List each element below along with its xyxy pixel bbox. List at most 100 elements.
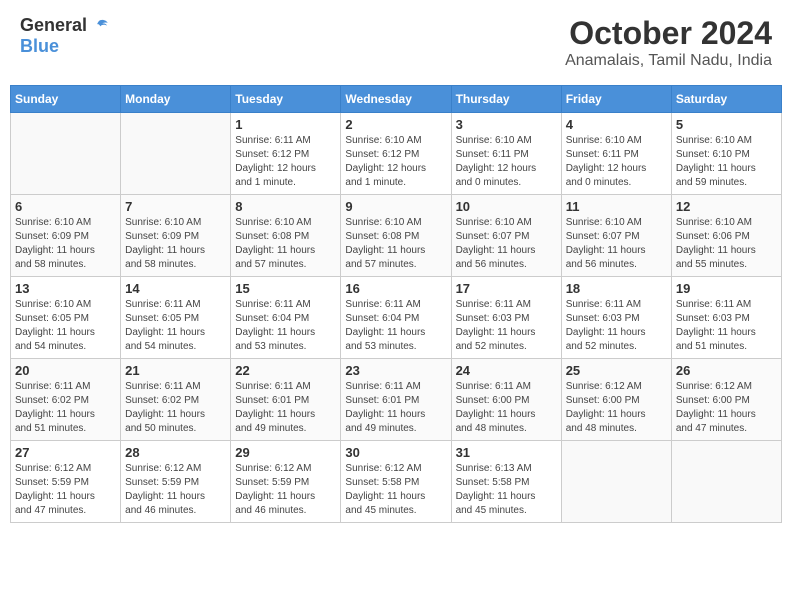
- day-info: Sunrise: 6:10 AM Sunset: 6:09 PM Dayligh…: [15, 216, 116, 272]
- calendar-day-cell: 10 Sunrise: 6:10 AM Sunset: 6:07 PM Dayli…: [451, 195, 561, 277]
- day-info: Sunrise: 6:11 AM Sunset: 6:02 PM Dayligh…: [15, 380, 116, 436]
- calendar-day-cell: 26Sunrise: 6:12 AM Sunset: 6:00 PM Dayli…: [671, 359, 781, 441]
- day-info: Sunrise: 6:12 AM Sunset: 6:00 PM Dayligh…: [566, 380, 667, 436]
- calendar-day-cell: 18Sunrise: 6:11 AM Sunset: 6:03 PM Dayli…: [561, 277, 671, 359]
- calendar-week-row: 6 Sunrise: 6:10 AM Sunset: 6:09 PM Daylig…: [11, 195, 782, 277]
- calendar-day-cell: 24 Sunrise: 6:11 AM Sunset: 6:00 PM Dayli…: [451, 359, 561, 441]
- calendar-day-cell: 7 Sunrise: 6:10 AM Sunset: 6:09 PM Daylig…: [121, 195, 231, 277]
- calendar-day-cell: 1Sunrise: 6:11 AM Sunset: 6:12 PM Daylig…: [231, 113, 341, 195]
- day-number: 9: [345, 199, 446, 214]
- calendar-day-cell: [671, 441, 781, 523]
- calendar-day-cell: 19 Sunrise: 6:11 AM Sunset: 6:03 PM Dayli…: [671, 277, 781, 359]
- day-info: Sunrise: 6:10 AM Sunset: 6:11 PM Dayligh…: [456, 134, 557, 190]
- calendar-day-cell: 29 Sunrise: 6:12 AM Sunset: 5:59 PM Dayli…: [231, 441, 341, 523]
- day-info: Sunrise: 6:11 AM Sunset: 6:04 PM Dayligh…: [345, 298, 446, 354]
- column-header-thursday: Thursday: [451, 86, 561, 113]
- day-number: 30: [345, 445, 446, 460]
- logo: General Blue: [20, 15, 109, 57]
- day-number: 26: [676, 363, 777, 378]
- day-info: Sunrise: 6:11 AM Sunset: 6:01 PM Dayligh…: [235, 380, 336, 436]
- day-number: 22: [235, 363, 336, 378]
- calendar-day-cell: 8 Sunrise: 6:10 AM Sunset: 6:08 PM Daylig…: [231, 195, 341, 277]
- day-info: Sunrise: 6:10 AM Sunset: 6:10 PM Dayligh…: [676, 134, 777, 190]
- day-info: Sunrise: 6:10 AM Sunset: 6:12 PM Dayligh…: [345, 134, 446, 190]
- calendar-header-row: SundayMondayTuesdayWednesdayThursdayFrid…: [11, 86, 782, 113]
- calendar-day-cell: 28Sunrise: 6:12 AM Sunset: 5:59 PM Dayli…: [121, 441, 231, 523]
- calendar-day-cell: 25 Sunrise: 6:12 AM Sunset: 6:00 PM Dayli…: [561, 359, 671, 441]
- day-number: 6: [15, 199, 116, 214]
- day-info: Sunrise: 6:10 AM Sunset: 6:09 PM Dayligh…: [125, 216, 226, 272]
- calendar-day-cell: [561, 441, 671, 523]
- day-info: Sunrise: 6:11 AM Sunset: 6:05 PM Dayligh…: [125, 298, 226, 354]
- day-info: Sunrise: 6:10 AM Sunset: 6:11 PM Dayligh…: [566, 134, 667, 190]
- day-info: Sunrise: 6:10 AM Sunset: 6:08 PM Dayligh…: [235, 216, 336, 272]
- calendar-week-row: 27 Sunrise: 6:12 AM Sunset: 5:59 PM Dayli…: [11, 441, 782, 523]
- calendar-week-row: 13 Sunrise: 6:10 AM Sunset: 6:05 PM Dayli…: [11, 277, 782, 359]
- day-number: 17: [456, 281, 557, 296]
- day-info: Sunrise: 6:11 AM Sunset: 6:03 PM Dayligh…: [676, 298, 777, 354]
- day-number: 14: [125, 281, 226, 296]
- calendar-day-cell: 14 Sunrise: 6:11 AM Sunset: 6:05 PM Dayli…: [121, 277, 231, 359]
- day-info: Sunrise: 6:12 AM Sunset: 5:59 PM Dayligh…: [235, 462, 336, 518]
- day-number: 8: [235, 199, 336, 214]
- day-info: Sunrise: 6:12 AM Sunset: 5:59 PM Dayligh…: [125, 462, 226, 518]
- day-number: 23: [345, 363, 446, 378]
- logo-bird-icon: [89, 16, 109, 36]
- day-info: Sunrise: 6:13 AM Sunset: 5:58 PM Dayligh…: [456, 462, 557, 518]
- calendar-day-cell: 3Sunrise: 6:10 AM Sunset: 6:11 PM Daylig…: [451, 113, 561, 195]
- day-number: 19: [676, 281, 777, 296]
- day-info: Sunrise: 6:11 AM Sunset: 6:01 PM Dayligh…: [345, 380, 446, 436]
- day-number: 13: [15, 281, 116, 296]
- day-number: 31: [456, 445, 557, 460]
- calendar-table: SundayMondayTuesdayWednesdayThursdayFrid…: [10, 85, 782, 523]
- title-area: October 2024 Anamalais, Tamil Nadu, Indi…: [565, 15, 772, 70]
- day-info: Sunrise: 6:11 AM Sunset: 6:02 PM Dayligh…: [125, 380, 226, 436]
- day-number: 20: [15, 363, 116, 378]
- location-subtitle: Anamalais, Tamil Nadu, India: [565, 52, 772, 70]
- column-header-friday: Friday: [561, 86, 671, 113]
- calendar-day-cell: 22 Sunrise: 6:11 AM Sunset: 6:01 PM Dayli…: [231, 359, 341, 441]
- day-info: Sunrise: 6:10 AM Sunset: 6:05 PM Dayligh…: [15, 298, 116, 354]
- calendar-day-cell: 12 Sunrise: 6:10 AM Sunset: 6:06 PM Dayli…: [671, 195, 781, 277]
- day-number: 27: [15, 445, 116, 460]
- calendar-day-cell: 21Sunrise: 6:11 AM Sunset: 6:02 PM Dayli…: [121, 359, 231, 441]
- day-info: Sunrise: 6:10 AM Sunset: 6:07 PM Dayligh…: [456, 216, 557, 272]
- day-number: 11: [566, 199, 667, 214]
- day-info: Sunrise: 6:12 AM Sunset: 5:59 PM Dayligh…: [15, 462, 116, 518]
- calendar-day-cell: 6 Sunrise: 6:10 AM Sunset: 6:09 PM Daylig…: [11, 195, 121, 277]
- day-number: 25: [566, 363, 667, 378]
- calendar-day-cell: 4Sunrise: 6:10 AM Sunset: 6:11 PM Daylig…: [561, 113, 671, 195]
- calendar-day-cell: 2 Sunrise: 6:10 AM Sunset: 6:12 PM Daylig…: [341, 113, 451, 195]
- day-number: 16: [345, 281, 446, 296]
- calendar-day-cell: 15Sunrise: 6:11 AM Sunset: 6:04 PM Dayli…: [231, 277, 341, 359]
- day-info: Sunrise: 6:10 AM Sunset: 6:07 PM Dayligh…: [566, 216, 667, 272]
- column-header-saturday: Saturday: [671, 86, 781, 113]
- calendar-week-row: 20 Sunrise: 6:11 AM Sunset: 6:02 PM Dayli…: [11, 359, 782, 441]
- calendar-day-cell: [11, 113, 121, 195]
- day-number: 15: [235, 281, 336, 296]
- calendar-day-cell: 5 Sunrise: 6:10 AM Sunset: 6:10 PM Daylig…: [671, 113, 781, 195]
- day-info: Sunrise: 6:11 AM Sunset: 6:00 PM Dayligh…: [456, 380, 557, 436]
- column-header-monday: Monday: [121, 86, 231, 113]
- day-info: Sunrise: 6:10 AM Sunset: 6:06 PM Dayligh…: [676, 216, 777, 272]
- day-info: Sunrise: 6:12 AM Sunset: 5:58 PM Dayligh…: [345, 462, 446, 518]
- calendar-day-cell: 11 Sunrise: 6:10 AM Sunset: 6:07 PM Dayli…: [561, 195, 671, 277]
- calendar-day-cell: 13 Sunrise: 6:10 AM Sunset: 6:05 PM Dayli…: [11, 277, 121, 359]
- day-info: Sunrise: 6:11 AM Sunset: 6:03 PM Dayligh…: [456, 298, 557, 354]
- day-number: 24: [456, 363, 557, 378]
- day-number: 12: [676, 199, 777, 214]
- calendar-day-cell: [121, 113, 231, 195]
- day-number: 10: [456, 199, 557, 214]
- day-number: 1: [235, 117, 336, 132]
- day-number: 7: [125, 199, 226, 214]
- day-number: 29: [235, 445, 336, 460]
- day-number: 18: [566, 281, 667, 296]
- column-header-tuesday: Tuesday: [231, 86, 341, 113]
- calendar-day-cell: 20 Sunrise: 6:11 AM Sunset: 6:02 PM Dayli…: [11, 359, 121, 441]
- calendar-week-row: 1Sunrise: 6:11 AM Sunset: 6:12 PM Daylig…: [11, 113, 782, 195]
- day-number: 2: [345, 117, 446, 132]
- calendar-day-cell: 23 Sunrise: 6:11 AM Sunset: 6:01 PM Dayli…: [341, 359, 451, 441]
- day-info: Sunrise: 6:10 AM Sunset: 6:08 PM Dayligh…: [345, 216, 446, 272]
- calendar-day-cell: 16 Sunrise: 6:11 AM Sunset: 6:04 PM Dayli…: [341, 277, 451, 359]
- day-number: 5: [676, 117, 777, 132]
